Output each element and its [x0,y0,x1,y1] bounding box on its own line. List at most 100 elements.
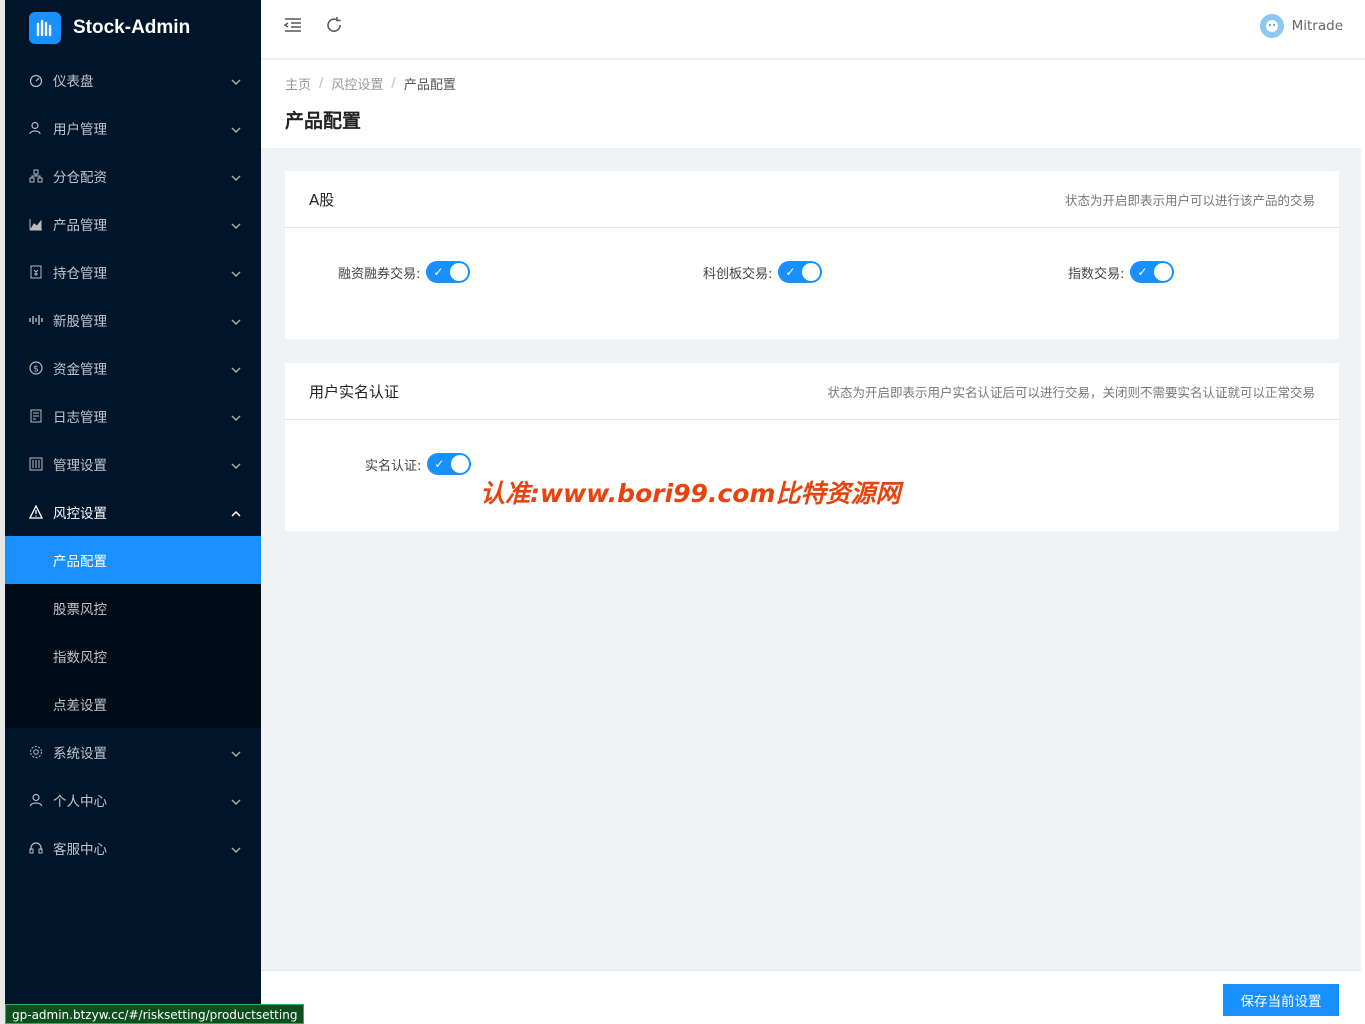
user-manage-icon [29,121,43,135]
sidebar-item-label: 系统设置 [53,746,107,762]
breadcrumb-home[interactable]: 主页 [285,74,311,93]
page-header: 主页 / 风控设置 / 产品配置 产品配置 [261,60,1365,148]
headset-icon [29,841,43,855]
check-icon: ✓ [1137,265,1148,279]
chevron-down-icon [231,363,241,374]
sidebar-item-personal-center[interactable]: 个人中心 [5,776,261,824]
switch-knob [1154,263,1173,281]
sidebar-item-allocation[interactable]: 分仓配资 [5,152,261,200]
dashboard-icon [29,73,43,87]
sidebar-item-system-settings[interactable]: 系统设置 [5,728,261,776]
sidebar-item-log-management[interactable]: 日志管理 [5,392,261,440]
index-trading-switch[interactable]: ✓ [1130,261,1175,283]
sidebar-subitem-index-risk[interactable]: 指数风控 [5,632,261,680]
logo-icon [29,12,61,44]
user-name: Mitrade [1291,18,1343,34]
chevron-down-icon [231,75,241,86]
card-header: 用户实名认证 状态为开启即表示用户实名认证后可以进行交易，关闭则不需要实名认证就… [285,363,1339,420]
breadcrumb-separator: / [319,75,324,91]
footer-toolbar: 保存当前设置 [261,970,1365,1024]
check-icon: ✓ [434,457,445,471]
save-settings-button[interactable]: 保存当前设置 [1223,984,1339,1016]
switch-knob [450,263,469,281]
field-label: 融资融券交易: [338,266,421,282]
card-title: 用户实名认证 [309,382,400,401]
chevron-down-icon [231,459,241,470]
sidebar-item-admin-settings[interactable]: 管理设置 [5,440,261,488]
chevron-down-icon [231,123,241,134]
sidebar-item-label: 个人中心 [53,794,107,810]
app-title: Stock-Admin [73,17,191,38]
sidebar-item-product-management[interactable]: 产品管理 [5,200,261,248]
breadcrumb-separator: / [391,75,396,91]
a-share-card: A股 状态为开启即表示用户可以进行该产品的交易 融资融券交易: ✓ 科创板交易:… [285,171,1339,339]
sidebar-item-dashboard[interactable]: 仪表盘 [5,56,261,104]
margin-trading-field: 融资融券交易: ✓ [338,261,471,283]
sidebar-item-user-management[interactable]: 用户管理 [5,104,261,152]
sidebar-subitem-spread-settings[interactable]: 点差设置 [5,680,261,728]
sidebar-item-label: 分仓配资 [53,170,107,186]
control-icon [29,457,43,471]
margin-trading-switch[interactable]: ✓ [426,261,471,283]
chevron-up-icon [231,507,241,517]
avatar [1259,14,1284,38]
field-label: 指数交易: [1068,266,1125,282]
svg-text:$: $ [33,365,39,375]
sidebar-subitem-product-config[interactable]: 产品配置 [5,536,261,584]
breadcrumb-current: 产品配置 [403,77,456,93]
page-title: 产品配置 [285,110,362,132]
card-title: A股 [309,190,335,209]
person-icon [29,793,43,807]
sound-icon [29,313,43,327]
cluster-icon [29,169,43,183]
sidebar-item-label: 客服中心 [53,842,107,858]
sidebar-item-position-management[interactable]: 持仓管理 [5,248,261,296]
position-icon [29,265,43,279]
sidebar-item-fund-management[interactable]: $ 资金管理 [5,344,261,392]
warning-icon [29,505,43,519]
chevron-down-icon [231,171,241,182]
scrollbar[interactable] [1361,60,1365,980]
dollar-icon: $ [29,361,43,375]
sidebar-item-label: 资金管理 [53,362,107,378]
sidebar-item-label: 管理设置 [53,458,107,474]
sidebar-item-label: 新股管理 [53,314,107,330]
log-icon [29,409,43,423]
user-menu[interactable]: Mitrade [1259,14,1343,38]
star-market-field: 科创板交易: ✓ [703,261,823,283]
real-name-switch[interactable]: ✓ [427,453,472,475]
sidebar-item-customer-service[interactable]: 客服中心 [5,824,261,872]
risk-settings-submenu: 产品配置 股票风控 指数风控 点差设置 [5,536,261,728]
breadcrumb-parent[interactable]: 风控设置 [331,74,383,93]
star-market-switch[interactable]: ✓ [778,261,823,283]
sidebar-item-label: 仪表盘 [53,74,94,90]
sidebar-item-label: 用户管理 [53,122,107,138]
real-name-field: 实名认证: ✓ [365,453,472,475]
switch-knob [802,263,821,281]
chevron-down-icon [231,843,241,854]
check-icon: ✓ [785,265,796,279]
logo[interactable]: Stock-Admin [5,0,261,56]
field-label: 科创板交易: [703,266,773,282]
sidebar: Stock-Admin 仪表盘 用户管理 分仓配资 产品管理 持仓管理 新股管理… [5,0,261,1024]
sidebar-subitem-stock-risk[interactable]: 股票风控 [5,584,261,632]
chevron-down-icon [231,411,241,422]
menu-fold-icon[interactable] [282,14,304,36]
top-header: Mitrade [261,0,1365,59]
watermark-text: 认准:www.bori99.com比特资源网 [480,479,901,508]
reload-icon[interactable] [323,14,345,36]
chevron-down-icon [231,219,241,230]
area-chart-icon [29,217,43,231]
chevron-down-icon [231,315,241,326]
card-header: A股 状态为开启即表示用户可以进行该产品的交易 [285,171,1339,228]
sidebar-item-label: 日志管理 [53,410,107,426]
chevron-down-icon [231,795,241,806]
chevron-down-icon [231,747,241,758]
status-bar-url: gp-admin.btzyw.cc/#/risksetting/products… [5,1004,305,1024]
sidebar-item-risk-settings[interactable]: 风控设置 [5,488,261,536]
breadcrumb: 主页 / 风控设置 / 产品配置 [285,74,1341,93]
card-description: 状态为开启即表示用户实名认证后可以进行交易，关闭则不需要实名认证就可以正常交易 [827,384,1315,400]
sidebar-item-label: 风控设置 [53,506,107,522]
sidebar-item-label: 持仓管理 [53,266,107,282]
sidebar-item-ipo-management[interactable]: 新股管理 [5,296,261,344]
